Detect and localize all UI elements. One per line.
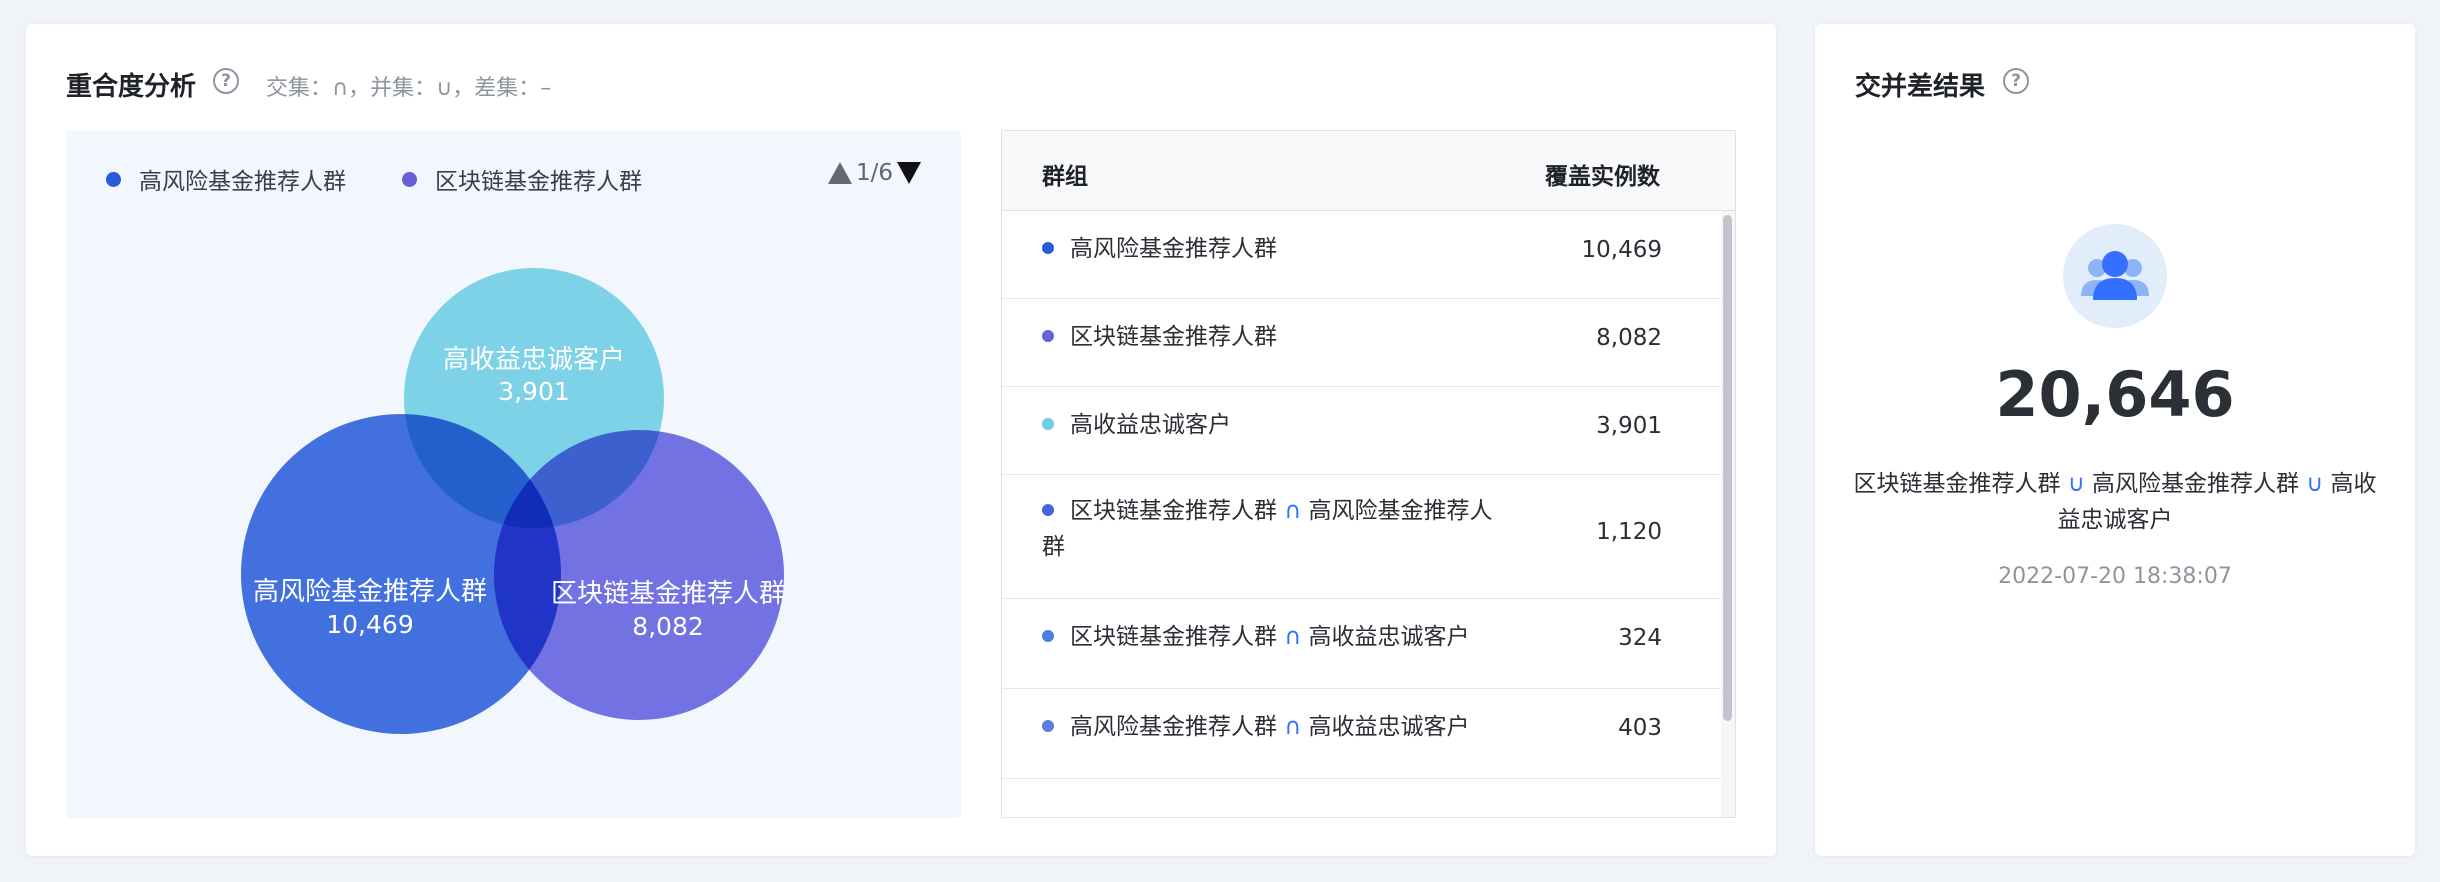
row-group-name: 区块链基金推荐人群 ∩ 高收益忠诚客户 bbox=[1042, 619, 1502, 655]
row-count: 324 bbox=[1618, 625, 1662, 651]
set-operator: ∩ bbox=[1284, 498, 1302, 524]
overlap-title: 重合度分析 bbox=[66, 72, 197, 102]
row-count: 1,120 bbox=[1596, 519, 1662, 545]
group-label: 区块链基金推荐人群 bbox=[1070, 624, 1277, 650]
table-row[interactable]: 区块链基金推荐人群 8,082 bbox=[1002, 299, 1722, 387]
table-row[interactable]: 高风险基金推荐人群 10,469 bbox=[1002, 211, 1722, 299]
table-row[interactable]: 高收益忠诚客户 3,901 bbox=[1002, 387, 1722, 475]
scrollbar-thumb[interactable] bbox=[1723, 215, 1732, 721]
question-circle-icon[interactable]: ? bbox=[2003, 68, 2029, 94]
table-row[interactable]: 区块链基金推荐人群 ∩ 高风险基金推荐人群 1,120 bbox=[1002, 475, 1722, 599]
venn-circle-blockchain[interactable] bbox=[494, 430, 784, 720]
group-color-dot bbox=[1042, 504, 1054, 516]
group-table: 群组 覆盖实例数 高风险基金推荐人群 10,469 区块链基金推荐人群 8,082 高收… bbox=[1001, 130, 1736, 818]
group-label: 高收益忠诚客户 bbox=[1308, 714, 1470, 740]
venn-panel: 高风险基金推荐人群 区块链基金推荐人群 1/6 高收益忠诚客户 3,901 高风… bbox=[66, 130, 961, 818]
group-color-dot bbox=[1042, 242, 1054, 254]
row-group-name: 高风险基金推荐人群 bbox=[1042, 231, 1502, 267]
group-label: 高收益忠诚客户 bbox=[1070, 412, 1231, 438]
table-header: 群组 覆盖实例数 bbox=[1002, 131, 1735, 211]
row-count: 3,901 bbox=[1596, 413, 1662, 439]
result-count: 20,646 bbox=[1995, 358, 2235, 431]
group-label: 高风险基金推荐人群 bbox=[2092, 471, 2299, 497]
set-operator: ∪ bbox=[2306, 471, 2324, 497]
venn-label-value: 10,469 bbox=[326, 610, 413, 639]
overlap-analysis-card: 重合度分析 ? 交集：∩，并集：∪，差集：– 高风险基金推荐人群 区块链基金推荐… bbox=[26, 24, 1776, 856]
row-group-name: 高收益忠诚客户 bbox=[1042, 407, 1502, 443]
column-header-count[interactable]: 覆盖实例数 bbox=[1545, 157, 1660, 191]
venn-label-name: 区块链基金推荐人群 bbox=[551, 579, 785, 609]
table-row[interactable]: 区块链基金推荐人群 ∩ 高收益忠诚客户 324 bbox=[1002, 599, 1722, 689]
table-row[interactable]: 高风险基金推荐人群 ∩ 高收益忠诚客户 403 bbox=[1002, 689, 1722, 779]
group-label: 高收益忠诚客户 bbox=[1308, 624, 1470, 650]
result-expression: 区块链基金推荐人群 ∪ 高风险基金推荐人群 ∪ 高收益忠诚客户 bbox=[1845, 466, 2385, 538]
result-timestamp: 2022-07-20 18:38:07 bbox=[1998, 564, 2232, 589]
result-card: 交并差结果 ? 20,646 区块链基金推荐人群 ∪ 高风险基金推荐人群 ∪ 高… bbox=[1815, 24, 2415, 856]
set-operator: ∩ bbox=[1284, 624, 1302, 650]
set-operator-hint: 交集：∩，并集：∪，差集：– bbox=[266, 76, 552, 101]
question-circle-icon[interactable]: ? bbox=[213, 68, 239, 94]
venn-label-name: 高收益忠诚客户 bbox=[443, 345, 625, 375]
row-group-name: 高风险基金推荐人群 ∩ 高收益忠诚客户 bbox=[1042, 709, 1502, 745]
group-color-dot bbox=[1042, 630, 1054, 642]
venn-diagram: 高收益忠诚客户 3,901 高风险基金推荐人群 10,469 区块链基金推荐人群… bbox=[241, 268, 785, 734]
group-label: 区块链基金推荐人群 bbox=[1853, 471, 2061, 497]
group-color-dot bbox=[1042, 418, 1054, 430]
row-count: 10,469 bbox=[1581, 237, 1662, 263]
result-title: 交并差结果 bbox=[1855, 72, 1986, 102]
group-color-dot bbox=[1042, 720, 1054, 732]
group-label: 高风险基金推荐人群 bbox=[1070, 714, 1277, 740]
venn-label-value: 3,901 bbox=[498, 377, 570, 406]
row-group-name: 区块链基金推荐人群 bbox=[1042, 319, 1502, 355]
user-group-icon bbox=[2063, 224, 2167, 328]
group-label: 区块链基金推荐人群 bbox=[1070, 498, 1277, 524]
row-count: 403 bbox=[1618, 715, 1662, 741]
group-label: 高风险基金推荐人群 bbox=[1070, 236, 1277, 262]
venn-label-name: 高风险基金推荐人群 bbox=[253, 577, 487, 607]
group-color-dot bbox=[1042, 330, 1054, 342]
venn-label-value: 8,082 bbox=[632, 612, 704, 641]
group-label: 区块链基金推荐人群 bbox=[1070, 324, 1277, 350]
row-group-name: 区块链基金推荐人群 ∩ 高风险基金推荐人群 bbox=[1042, 493, 1502, 565]
set-operator: ∪ bbox=[2067, 471, 2085, 497]
row-count: 8,082 bbox=[1596, 325, 1662, 351]
set-operator: ∩ bbox=[1284, 714, 1302, 740]
column-header-group[interactable]: 群组 bbox=[1042, 157, 1088, 191]
